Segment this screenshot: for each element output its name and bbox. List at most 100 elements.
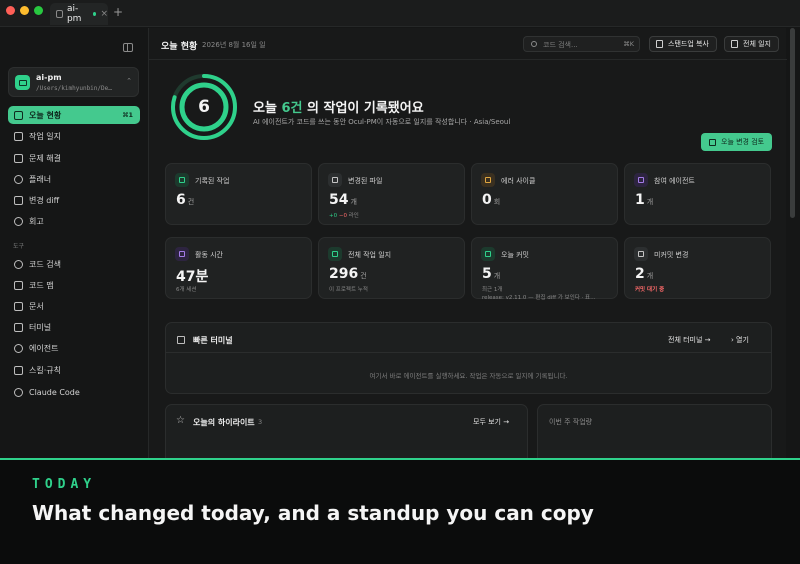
project-switcher[interactable]: ai-pm /Users/kimhyunbin/De… ⌃ <box>8 67 139 97</box>
search-icon <box>531 41 537 47</box>
today-count: 6 <box>198 97 210 117</box>
stat-value: 5개 <box>482 266 501 282</box>
sidebar-item-label: Claude Code <box>29 387 80 397</box>
stat-value: 296 건 <box>329 266 367 282</box>
hero-subtitle: AI 에이전트가 코드를 쓰는 동안 Ocul-PM이 자동으로 일지를 작성합… <box>253 118 511 126</box>
button-label: 스탠드업 복사 <box>668 40 709 48</box>
activity-icon <box>14 110 23 120</box>
sidebar-item-label: 작업 일지 <box>29 131 61 141</box>
stat-card-uncommitted[interactable]: 미커밋 변경 2개 커밋 대기 중 <box>624 237 771 299</box>
tab-close-icon[interactable]: × <box>100 9 108 19</box>
title-bar: ai-pm × + <box>0 0 800 27</box>
sidebar-item-label: 스킬·규칙 <box>29 365 61 375</box>
stat-sub: 최근 1개 <box>482 287 503 293</box>
stat-card-error-cycles[interactable]: 에러 사이클 0회 <box>471 163 618 225</box>
project-path: /Users/kimhyunbin/De… <box>36 85 112 92</box>
panel-title: 빠른 터미널 <box>193 336 233 345</box>
sidebar-item-skills[interactable]: 스킬·규칙 <box>8 361 140 379</box>
all-logs-button[interactable]: 전체 일지 <box>724 36 779 52</box>
highlight-count: 3 <box>258 418 263 426</box>
warning-icon <box>481 173 495 187</box>
sidebar-item-docs[interactable]: 문서 <box>8 297 140 315</box>
sidebar-item-claude-code[interactable]: Claude Code <box>8 383 140 401</box>
robot-icon <box>634 173 648 187</box>
divider <box>166 352 771 353</box>
review-changes-button[interactable]: 오늘 변경 검토 <box>701 133 772 151</box>
button-label: 오늘 변경 검토 <box>721 138 765 146</box>
sidebar-toggle-icon[interactable] <box>123 43 133 52</box>
all-terminals-link[interactable]: 전체 터미널 → <box>668 335 711 345</box>
minimize-window-button[interactable] <box>20 6 29 15</box>
stat-label: 변경된 파일 <box>348 177 383 185</box>
sidebar-item-label: 터미널 <box>29 322 52 332</box>
target-icon <box>14 174 23 184</box>
sidebar-item-code-search[interactable]: 코드 검색 <box>8 255 140 273</box>
tab-ai-pm[interactable]: ai-pm × <box>50 3 108 25</box>
sidebar-item-code-map[interactable]: 코드 맵 <box>8 276 140 294</box>
history-icon <box>14 216 23 226</box>
tab-label: ai-pm <box>66 4 82 24</box>
hero-title-prefix: 오늘 <box>253 101 277 116</box>
search-input[interactable]: 코드 검색... ⌘K <box>523 36 640 52</box>
stat-card-agents[interactable]: 참여 에이전트 1개 <box>624 163 771 225</box>
sidebar-item-today[interactable]: 오늘 현황 ⌘1 <box>8 106 140 124</box>
stat-label: 활동 시간 <box>195 251 223 259</box>
file-icon <box>328 173 342 187</box>
zoom-window-button[interactable] <box>34 6 43 15</box>
open-terminal-link[interactable]: › 열기 <box>731 335 749 345</box>
stat-card-recorded-tasks[interactable]: 기록된 작업 6건 <box>165 163 312 225</box>
stat-label: 미커밋 변경 <box>654 251 689 259</box>
chevron-updown-icon: ⌃ <box>126 77 132 85</box>
star-icon: ☆ <box>176 415 185 426</box>
sidebar-item-planner[interactable]: 플래너 <box>8 170 140 188</box>
sidebar-item-label: 문제 해결 <box>29 153 61 163</box>
caption-kicker: TODAY <box>32 477 97 492</box>
panel-title: 오늘의 하이라이트 <box>193 418 255 427</box>
see-all-link[interactable]: 모두 보기 → <box>473 417 509 427</box>
panel-title: 이번 주 작업량 <box>549 418 593 426</box>
stat-card-activity-time[interactable]: 활동 시간 47분 6개 세션 <box>165 237 312 299</box>
git-branch-icon <box>481 247 495 261</box>
stat-value: 6건 <box>176 192 195 208</box>
stat-card-changed-files[interactable]: 변경된 파일 54 개 +0 −0 라인 <box>318 163 465 225</box>
sidebar-item-label: 변경 diff <box>29 195 60 205</box>
project-name: ai-pm <box>36 73 62 82</box>
sidebar-item-diff[interactable]: 변경 diff <box>8 191 140 209</box>
sidebar-item-label: 플래너 <box>29 174 52 184</box>
folder-icon <box>15 75 30 90</box>
sidebar-item-label: 오늘 현황 <box>29 110 62 120</box>
copy-standup-button[interactable]: 스탠드업 복사 <box>649 36 717 52</box>
main-content: 오늘 현황 2026년 8월 16일 일 코드 검색... ⌘K 스탠드업 복사… <box>148 28 787 458</box>
clock-icon <box>175 247 189 261</box>
asterisk-icon <box>14 387 23 397</box>
document-icon <box>328 247 342 261</box>
stat-card-commits[interactable]: 오늘 커밋 5개 최근 1개 release: v2.11.0 — 편집 dif… <box>471 237 618 301</box>
app-window: ai-pm × + ai-pm /Users/kimhyunbin/De… ⌃ … <box>0 0 800 458</box>
sidebar-item-worklog[interactable]: 작업 일지 <box>8 127 140 145</box>
sidebar-item-agents[interactable]: 에이전트 <box>8 339 140 357</box>
stat-alert: 커밋 대기 중 <box>635 287 665 293</box>
sidebar-item-label: 코드 검색 <box>29 259 61 269</box>
sidebar-item-retro[interactable]: 회고 <box>8 212 140 230</box>
stat-card-total-logs[interactable]: 전체 작업 일지 296 건 이 프로젝트 누적 <box>318 237 465 299</box>
page-title: 오늘 현황 <box>161 42 198 52</box>
sidebar-item-label: 코드 맵 <box>29 280 54 290</box>
quick-terminal-panel: 빠른 터미널 전체 터미널 → › 열기 여기서 바로 에이전트를 실행하세요.… <box>165 322 772 394</box>
sparkle-icon <box>14 365 23 375</box>
file-edit-icon <box>634 247 648 261</box>
diff-icon <box>14 195 23 205</box>
scrollbar[interactable] <box>790 28 795 218</box>
latest-commit-message: release: v2.11.0 — 편집 diff 가 보인다 · 표… <box>482 295 596 301</box>
hero-title-suffix: 의 작업이 기록됐어요 <box>307 101 424 116</box>
close-window-button[interactable] <box>6 6 15 15</box>
chat-icon <box>14 153 23 163</box>
terminal-empty-state: 여기서 바로 에이전트를 실행하세요. 작업은 자동으로 일지에 기록됩니다. <box>369 372 568 380</box>
sidebar-item-terminal[interactable]: 터미널 <box>8 318 140 336</box>
new-tab-button[interactable]: + <box>113 5 123 19</box>
search-placeholder: 코드 검색... <box>543 41 578 49</box>
caption-title: What changed today, and a standup you ca… <box>32 501 594 525</box>
stat-label: 오늘 커밋 <box>501 251 529 259</box>
page-header: 오늘 현황 2026년 8월 16일 일 코드 검색... ⌘K 스탠드업 복사… <box>149 28 787 60</box>
button-label: 전체 일지 <box>743 40 771 48</box>
sidebar-item-troubleshoot[interactable]: 문제 해결 <box>8 149 140 167</box>
